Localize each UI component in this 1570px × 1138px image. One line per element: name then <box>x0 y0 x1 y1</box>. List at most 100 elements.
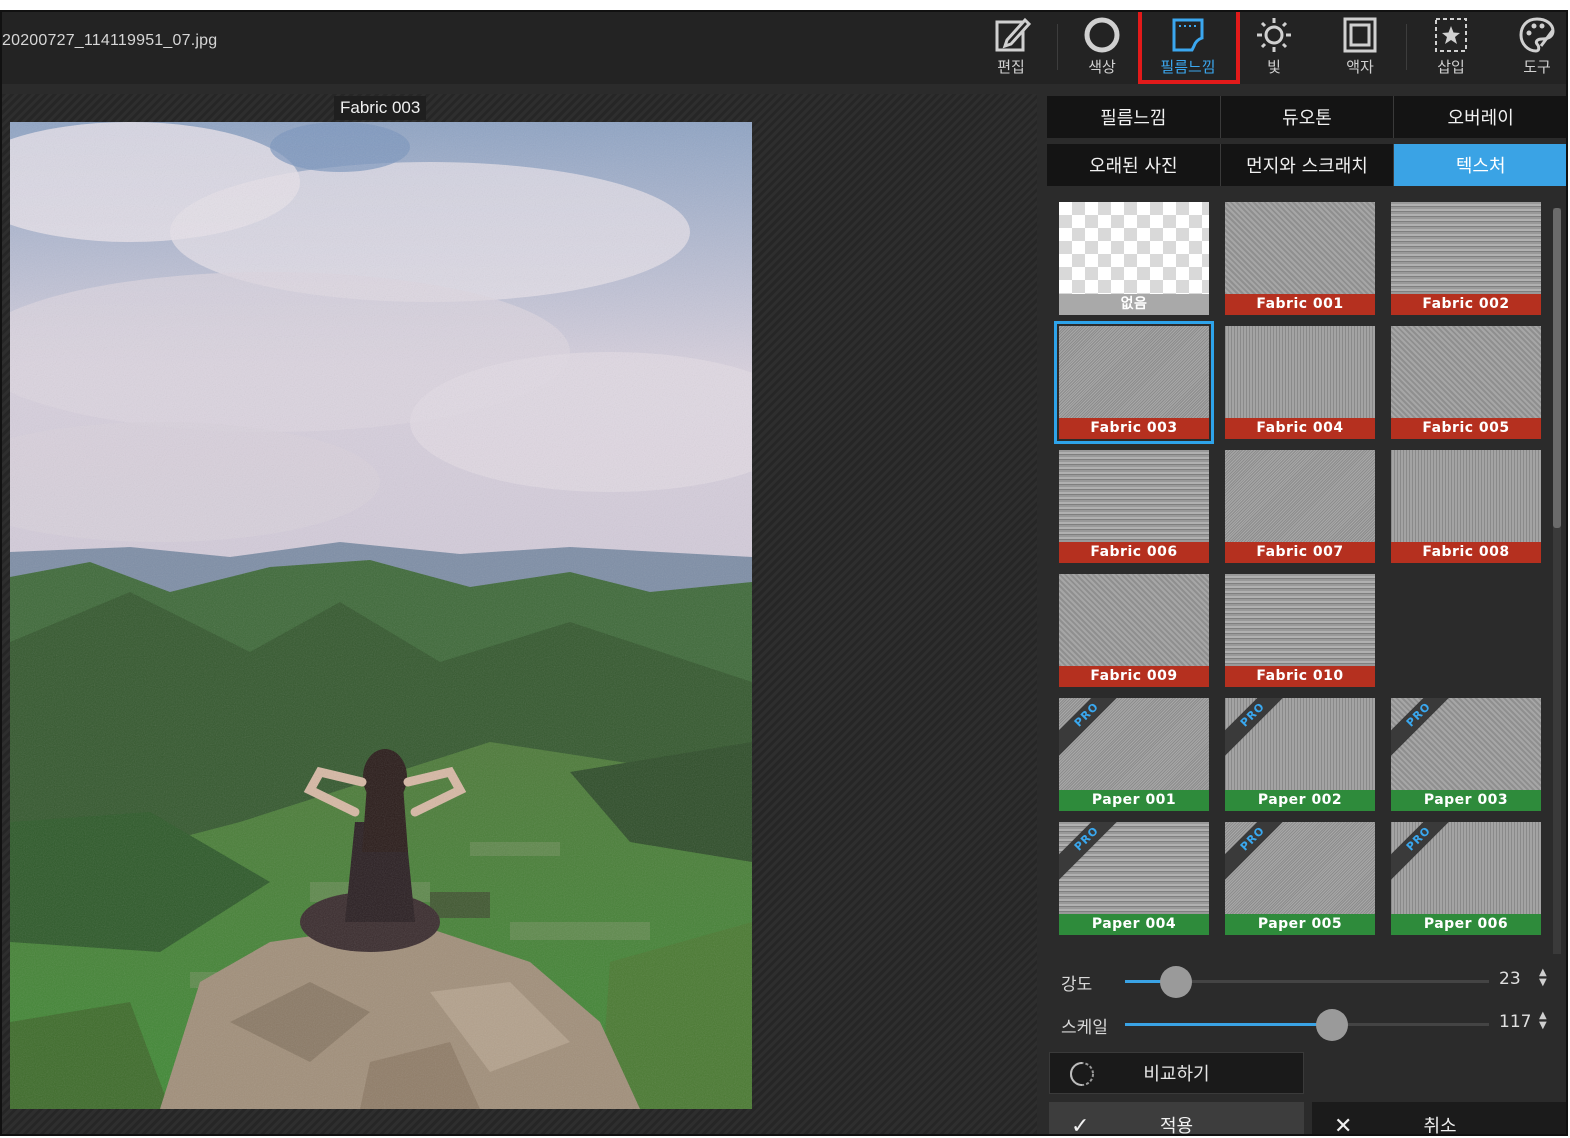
tool-tools[interactable]: 도구 <box>1505 14 1566 78</box>
apply-button[interactable]: ✓ 적용 <box>1049 1102 1304 1136</box>
top-toolbar: 20200727_114119951_07.jpg 편집 색상 필름느낌 빛 액… <box>2 12 1566 84</box>
tab-row-1: 필름느낌 듀오톤 오버레이 <box>1047 96 1566 138</box>
slider-label: 강도 <box>1061 975 1093 995</box>
texture-label: Fabric 008 <box>1391 542 1541 563</box>
tool-label: 삽입 <box>1437 58 1465 76</box>
divider <box>1057 24 1058 70</box>
texture-thumb[interactable]: Fabric 005 <box>1391 326 1541 439</box>
slider-scale: 스케일 117 ▲ ▼ <box>1059 1007 1559 1041</box>
texture-thumb[interactable]: Fabric 004 <box>1225 326 1375 439</box>
texture-thumb[interactable]: Fabric 010 <box>1225 574 1375 687</box>
texture-thumb[interactable]: 없음 <box>1059 202 1209 315</box>
texture-label: Fabric 004 <box>1225 418 1375 439</box>
tab-old-photo[interactable]: 오래된 사진 <box>1047 144 1221 186</box>
texture-swatch <box>1225 450 1375 542</box>
texture-thumb[interactable]: PRO Paper 001 <box>1059 698 1209 811</box>
texture-label: Fabric 009 <box>1059 666 1209 687</box>
texture-label: Fabric 006 <box>1059 542 1209 563</box>
close-icon: ✕ <box>1334 1114 1353 1136</box>
texture-thumb[interactable]: Fabric 006 <box>1059 450 1209 563</box>
color-circle-icon <box>1084 17 1120 53</box>
tab-film[interactable]: 필름느낌 <box>1047 96 1221 138</box>
compare-icon <box>1070 1062 1094 1086</box>
texture-preview-label: Fabric 003 <box>334 96 427 120</box>
compare-button[interactable]: 비교하기 <box>1049 1052 1304 1094</box>
tab-duotone[interactable]: 듀오톤 <box>1220 96 1395 138</box>
tool-color[interactable]: 색상 <box>1070 14 1134 78</box>
slider-knob[interactable] <box>1316 1009 1349 1041</box>
slider-fill <box>1125 1023 1333 1026</box>
texture-swatch <box>1391 450 1541 542</box>
spinner-arrows-icon[interactable]: ▲ ▼ <box>1539 968 1547 988</box>
texture-thumb[interactable]: Fabric 009 <box>1059 574 1209 687</box>
tool-insert[interactable]: 삽입 <box>1419 14 1483 78</box>
texture-swatch <box>1059 326 1209 418</box>
slider-label: 스케일 <box>1061 1018 1108 1038</box>
texture-label: Fabric 002 <box>1391 294 1541 315</box>
edit-icon <box>995 17 1031 52</box>
tool-label: 도구 <box>1523 58 1551 76</box>
palette-icon <box>1519 17 1555 53</box>
scrollbar-thumb[interactable] <box>1553 208 1561 528</box>
slider-track[interactable] <box>1125 1009 1489 1041</box>
texture-label: Fabric 007 <box>1225 542 1375 563</box>
landscape-photo <box>10 122 752 1109</box>
texture-thumb[interactable]: Fabric 001 <box>1225 202 1375 315</box>
texture-swatch <box>1391 326 1541 418</box>
texture-swatch <box>1059 574 1209 666</box>
texture-thumb[interactable]: PRO Paper 004 <box>1059 822 1209 935</box>
texture-label: Fabric 010 <box>1225 666 1375 687</box>
tool-label: 편집 <box>997 58 1025 76</box>
tab-row-2: 오래된 사진 먼지와 스크래치 텍스처 <box>1047 144 1566 186</box>
tool-label: 액자 <box>1346 58 1374 76</box>
tool-light[interactable]: 빛 <box>1242 14 1306 78</box>
texture-label: Paper 005 <box>1225 914 1375 935</box>
texture-thumb[interactable]: PRO Paper 005 <box>1225 822 1375 935</box>
tool-edit[interactable]: 편집 <box>979 14 1043 78</box>
texture-swatch <box>1059 202 1209 294</box>
texture-label: Fabric 003 <box>1059 418 1209 439</box>
slider-value[interactable]: 117 <box>1499 1012 1535 1032</box>
texture-label: Paper 003 <box>1391 790 1541 811</box>
texture-thumb[interactable]: PRO Paper 002 <box>1225 698 1375 811</box>
texture-label: Paper 004 <box>1059 914 1209 935</box>
texture-label: Paper 002 <box>1225 790 1375 811</box>
texture-scrollbar[interactable] <box>1553 208 1561 954</box>
photo-preview[interactable] <box>10 122 752 1109</box>
slider-track[interactable] <box>1125 966 1489 998</box>
tab-dust-scratch[interactable]: 먼지와 스크래치 <box>1220 144 1395 186</box>
texture-swatch <box>1391 202 1541 294</box>
texture-swatch <box>1225 202 1375 294</box>
tab-texture[interactable]: 텍스처 <box>1394 144 1566 186</box>
texture-thumb[interactable]: PRO Paper 006 <box>1391 822 1541 935</box>
texture-swatch <box>1225 326 1375 418</box>
texture-thumb[interactable]: PRO Paper 003 <box>1391 698 1541 811</box>
texture-swatch <box>1059 450 1209 542</box>
texture-thumb[interactable]: Fabric 003 <box>1054 321 1214 444</box>
light-icon <box>1257 18 1291 52</box>
tab-overlay[interactable]: 오버레이 <box>1394 96 1566 138</box>
tool-label: 색상 <box>1088 58 1116 76</box>
cancel-button[interactable]: ✕ 취소 <box>1312 1102 1566 1136</box>
slider-knob[interactable] <box>1159 966 1192 998</box>
texture-label: Fabric 005 <box>1391 418 1541 439</box>
tool-label: 빛 <box>1267 58 1281 76</box>
texture-label: Paper 006 <box>1391 914 1541 935</box>
cancel-label: 취소 <box>1423 1116 1457 1136</box>
slider-value[interactable]: 23 <box>1499 969 1535 989</box>
texture-thumb[interactable]: Fabric 007 <box>1225 450 1375 563</box>
file-name: 20200727_114119951_07.jpg <box>2 32 218 49</box>
apply-label: 적용 <box>1159 1116 1194 1136</box>
divider <box>1406 24 1407 70</box>
effects-panel: 필름느낌 듀오톤 오버레이 오래된 사진 먼지와 스크래치 텍스처 없음 Fabr… <box>1047 94 1566 1136</box>
texture-thumb[interactable]: Fabric 008 <box>1391 450 1541 563</box>
slider-intensity: 강도 23 ▲ ▼ <box>1059 964 1559 998</box>
app-window: 20200727_114119951_07.jpg 편집 색상 필름느낌 빛 액… <box>0 10 1568 1136</box>
active-tool-highlight <box>1138 12 1240 84</box>
texture-label: Paper 001 <box>1059 790 1209 811</box>
tool-frame[interactable]: 액자 <box>1328 14 1392 78</box>
texture-thumb[interactable]: Fabric 002 <box>1391 202 1541 315</box>
spinner-arrows-icon[interactable]: ▲ ▼ <box>1539 1011 1547 1031</box>
texture-label: Fabric 001 <box>1225 294 1375 315</box>
compare-label: 비교하기 <box>1143 1064 1210 1085</box>
